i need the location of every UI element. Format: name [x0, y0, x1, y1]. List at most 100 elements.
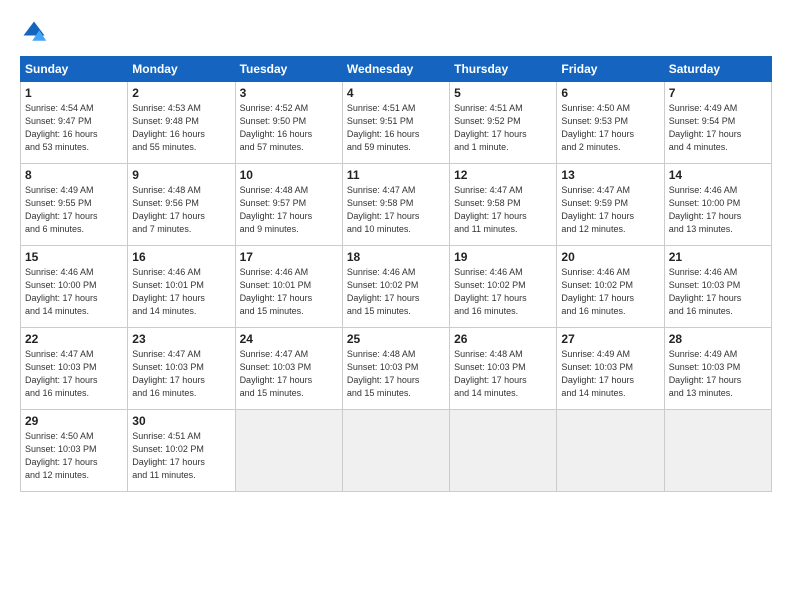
day-cell: 22 Sunrise: 4:47 AM Sunset: 10:03 PM Dayl…: [21, 328, 128, 410]
day-cell: [235, 410, 342, 492]
day-cell: 27Sunrise: 4:49 AM Sunset: 10:03 PM Dayl…: [557, 328, 664, 410]
day-info: Sunrise: 4:47 AM Sunset: 9:58 PM Dayligh…: [347, 184, 445, 236]
day-cell: [450, 410, 557, 492]
day-cell: 14Sunrise: 4:46 AM Sunset: 10:00 PM Dayl…: [664, 164, 771, 246]
week-row-4: 29 Sunrise: 4:50 AM Sunset: 10:03 PM Dayl…: [21, 410, 772, 492]
day-info: Sunrise: 4:49 AM Sunset: 9:55 PM Dayligh…: [25, 184, 123, 236]
dow-header-sunday: Sunday: [21, 57, 128, 82]
day-number: 5: [454, 86, 552, 100]
day-number: 27: [561, 332, 659, 346]
day-cell: 7Sunrise: 4:49 AM Sunset: 9:54 PM Daylig…: [664, 82, 771, 164]
day-number: 22: [25, 332, 123, 346]
dow-header-saturday: Saturday: [664, 57, 771, 82]
dow-header-tuesday: Tuesday: [235, 57, 342, 82]
day-cell: 24 Sunrise: 4:47 AM Sunset: 10:03 PM Dayl…: [235, 328, 342, 410]
day-cell: 17 Sunrise: 4:46 AM Sunset: 10:01 PM Dayl…: [235, 246, 342, 328]
day-info: Sunrise: 4:48 AM Sunset: 10:03 PM Daylig…: [454, 348, 552, 400]
day-cell: 9 Sunrise: 4:48 AM Sunset: 9:56 PM Daylig…: [128, 164, 235, 246]
day-number: 21: [669, 250, 767, 264]
day-info: Sunrise: 4:50 AM Sunset: 9:53 PM Dayligh…: [561, 102, 659, 154]
day-info: Sunrise: 4:46 AM Sunset: 10:01 PM Daylig…: [132, 266, 230, 318]
day-cell: 29 Sunrise: 4:50 AM Sunset: 10:03 PM Dayl…: [21, 410, 128, 492]
day-number: 3: [240, 86, 338, 100]
day-number: 30: [132, 414, 230, 428]
dow-header-thursday: Thursday: [450, 57, 557, 82]
day-info: Sunrise: 4:48 AM Sunset: 9:56 PM Dayligh…: [132, 184, 230, 236]
day-cell: 6 Sunrise: 4:50 AM Sunset: 9:53 PM Daylig…: [557, 82, 664, 164]
day-info: Sunrise: 4:46 AM Sunset: 10:02 PM Daylig…: [347, 266, 445, 318]
day-number: 24: [240, 332, 338, 346]
dow-header-wednesday: Wednesday: [342, 57, 449, 82]
day-info: Sunrise: 4:47 AM Sunset: 10:03 PM Daylig…: [25, 348, 123, 400]
header: [20, 18, 772, 46]
day-number: 8: [25, 168, 123, 182]
day-number: 13: [561, 168, 659, 182]
day-number: 1: [25, 86, 123, 100]
day-cell: 18 Sunrise: 4:46 AM Sunset: 10:02 PM Dayl…: [342, 246, 449, 328]
day-cell: 2 Sunrise: 4:53 AM Sunset: 9:48 PM Daylig…: [128, 82, 235, 164]
week-row-1: 8 Sunrise: 4:49 AM Sunset: 9:55 PM Daylig…: [21, 164, 772, 246]
day-number: 10: [240, 168, 338, 182]
day-number: 25: [347, 332, 445, 346]
week-row-0: 1Sunrise: 4:54 AM Sunset: 9:47 PM Daylig…: [21, 82, 772, 164]
day-info: Sunrise: 4:50 AM Sunset: 10:03 PM Daylig…: [25, 430, 123, 482]
logo: [20, 18, 52, 46]
day-info: Sunrise: 4:47 AM Sunset: 10:03 PM Daylig…: [240, 348, 338, 400]
day-cell: 10 Sunrise: 4:48 AM Sunset: 9:57 PM Dayli…: [235, 164, 342, 246]
day-cell: 12 Sunrise: 4:47 AM Sunset: 9:58 PM Dayli…: [450, 164, 557, 246]
day-cell: 5Sunrise: 4:51 AM Sunset: 9:52 PM Daylig…: [450, 82, 557, 164]
day-info: Sunrise: 4:46 AM Sunset: 10:03 PM Daylig…: [669, 266, 767, 318]
day-info: Sunrise: 4:46 AM Sunset: 10:01 PM Daylig…: [240, 266, 338, 318]
day-info: Sunrise: 4:52 AM Sunset: 9:50 PM Dayligh…: [240, 102, 338, 154]
day-cell: [664, 410, 771, 492]
day-number: 17: [240, 250, 338, 264]
day-cell: [557, 410, 664, 492]
day-number: 19: [454, 250, 552, 264]
day-number: 12: [454, 168, 552, 182]
week-row-2: 15 Sunrise: 4:46 AM Sunset: 10:00 PM Dayl…: [21, 246, 772, 328]
day-info: Sunrise: 4:47 AM Sunset: 9:59 PM Dayligh…: [561, 184, 659, 236]
day-info: Sunrise: 4:49 AM Sunset: 10:03 PM Daylig…: [669, 348, 767, 400]
day-number: 20: [561, 250, 659, 264]
day-info: Sunrise: 4:47 AM Sunset: 10:03 PM Daylig…: [132, 348, 230, 400]
day-info: Sunrise: 4:48 AM Sunset: 10:03 PM Daylig…: [347, 348, 445, 400]
day-info: Sunrise: 4:51 AM Sunset: 10:02 PM Daylig…: [132, 430, 230, 482]
day-number: 6: [561, 86, 659, 100]
day-cell: 1Sunrise: 4:54 AM Sunset: 9:47 PM Daylig…: [21, 82, 128, 164]
day-number: 29: [25, 414, 123, 428]
day-cell: 4Sunrise: 4:51 AM Sunset: 9:51 PM Daylig…: [342, 82, 449, 164]
week-row-3: 22 Sunrise: 4:47 AM Sunset: 10:03 PM Dayl…: [21, 328, 772, 410]
day-number: 23: [132, 332, 230, 346]
day-info: Sunrise: 4:53 AM Sunset: 9:48 PM Dayligh…: [132, 102, 230, 154]
day-cell: 19Sunrise: 4:46 AM Sunset: 10:02 PM Dayl…: [450, 246, 557, 328]
day-cell: 13 Sunrise: 4:47 AM Sunset: 9:59 PM Dayli…: [557, 164, 664, 246]
day-info: Sunrise: 4:47 AM Sunset: 9:58 PM Dayligh…: [454, 184, 552, 236]
logo-icon: [20, 18, 48, 46]
day-cell: [342, 410, 449, 492]
day-number: 9: [132, 168, 230, 182]
calendar: SundayMondayTuesdayWednesdayThursdayFrid…: [20, 56, 772, 492]
day-info: Sunrise: 4:46 AM Sunset: 10:00 PM Daylig…: [25, 266, 123, 318]
calendar-body: 1Sunrise: 4:54 AM Sunset: 9:47 PM Daylig…: [21, 82, 772, 492]
day-cell: 30 Sunrise: 4:51 AM Sunset: 10:02 PM Dayl…: [128, 410, 235, 492]
day-number: 7: [669, 86, 767, 100]
day-info: Sunrise: 4:48 AM Sunset: 9:57 PM Dayligh…: [240, 184, 338, 236]
day-number: 15: [25, 250, 123, 264]
day-number: 26: [454, 332, 552, 346]
day-cell: 8 Sunrise: 4:49 AM Sunset: 9:55 PM Daylig…: [21, 164, 128, 246]
day-info: Sunrise: 4:46 AM Sunset: 10:02 PM Daylig…: [561, 266, 659, 318]
day-cell: 15 Sunrise: 4:46 AM Sunset: 10:00 PM Dayl…: [21, 246, 128, 328]
day-cell: 28 Sunrise: 4:49 AM Sunset: 10:03 PM Dayl…: [664, 328, 771, 410]
day-cell: 26 Sunrise: 4:48 AM Sunset: 10:03 PM Dayl…: [450, 328, 557, 410]
day-number: 18: [347, 250, 445, 264]
day-number: 2: [132, 86, 230, 100]
day-cell: 25 Sunrise: 4:48 AM Sunset: 10:03 PM Dayl…: [342, 328, 449, 410]
day-number: 16: [132, 250, 230, 264]
day-cell: 21 Sunrise: 4:46 AM Sunset: 10:03 PM Dayl…: [664, 246, 771, 328]
day-number: 14: [669, 168, 767, 182]
day-cell: 20 Sunrise: 4:46 AM Sunset: 10:02 PM Dayl…: [557, 246, 664, 328]
day-cell: 23 Sunrise: 4:47 AM Sunset: 10:03 PM Dayl…: [128, 328, 235, 410]
day-cell: 3 Sunrise: 4:52 AM Sunset: 9:50 PM Daylig…: [235, 82, 342, 164]
day-number: 28: [669, 332, 767, 346]
day-of-week-row: SundayMondayTuesdayWednesdayThursdayFrid…: [21, 57, 772, 82]
